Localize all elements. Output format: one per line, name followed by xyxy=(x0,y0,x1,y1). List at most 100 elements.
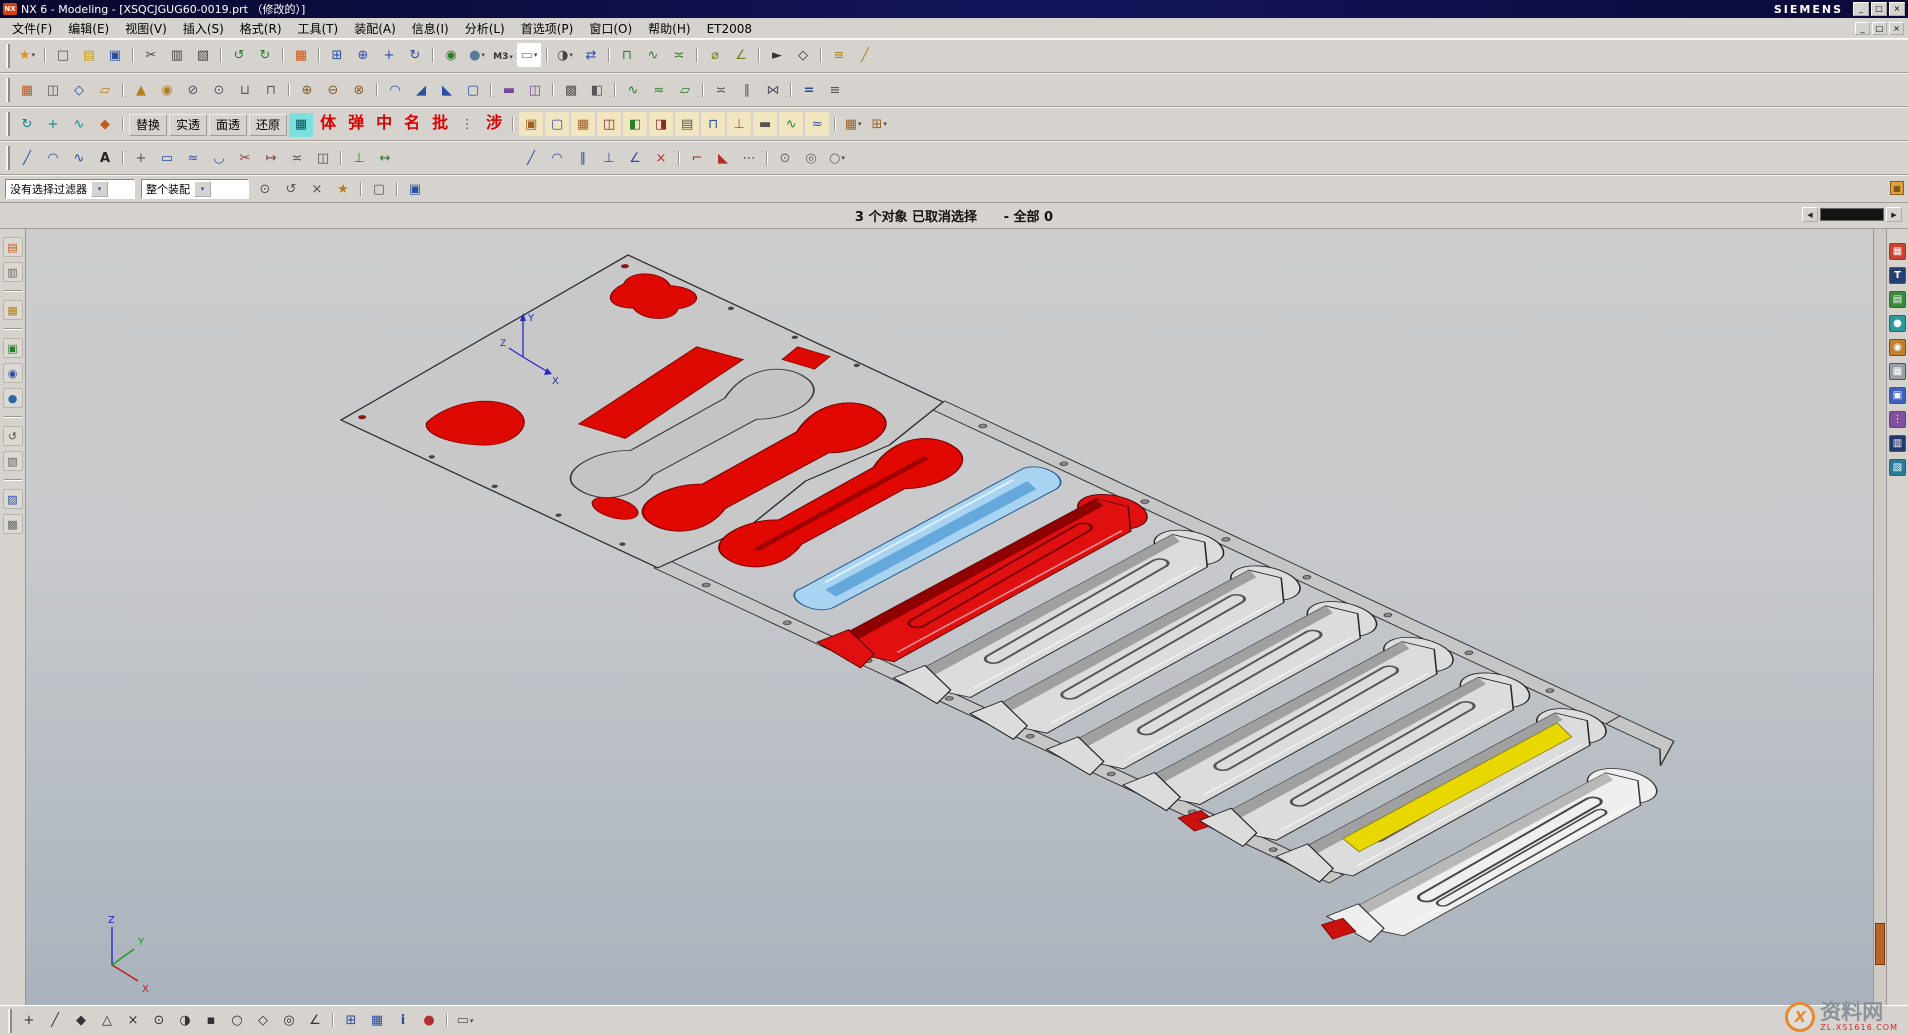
layers-panel-icon[interactable]: ▤ xyxy=(1889,291,1906,308)
edit-feature-icon[interactable]: ≡ xyxy=(823,78,847,102)
ruled-surface-icon[interactable]: ▱ xyxy=(673,78,697,102)
process-studio-icon[interactable]: ▧ xyxy=(3,451,23,471)
grid-toggle-icon[interactable]: ▦ xyxy=(365,1009,389,1033)
wcs-dynamics-icon[interactable]: ⊞ xyxy=(339,1009,363,1033)
macro-spring-button[interactable]: 弹 xyxy=(343,111,369,135)
intersect-icon[interactable]: ⊗ xyxy=(347,78,371,102)
menu-item[interactable]: 帮助(H) xyxy=(640,20,698,38)
select-arrow-icon[interactable]: ► xyxy=(765,43,789,67)
toolbar-grip[interactable] xyxy=(6,112,10,136)
mw-workpiece-icon[interactable]: ▢ xyxy=(545,112,569,136)
quadrant-snap-icon[interactable]: ◑ xyxy=(173,1009,197,1033)
info-window-icon[interactable]: i xyxy=(391,1009,415,1033)
selection-filter-combo[interactable]: 没有选择过滤器 ▾ xyxy=(5,179,135,199)
toolbar-grip[interactable] xyxy=(6,146,10,170)
sphere-display-icon[interactable]: ● xyxy=(1889,315,1906,332)
part-navigator-icon[interactable]: ▦ xyxy=(3,300,23,320)
teal-layers-icon[interactable]: ▧ xyxy=(1889,459,1906,476)
toolbar-grip[interactable] xyxy=(6,78,10,102)
redo-icon[interactable]: ↻ xyxy=(253,43,277,67)
studio-spline-icon[interactable]: ≈ xyxy=(181,146,205,170)
revolve-icon[interactable]: ◉ xyxy=(155,78,179,102)
snap-settings-icon[interactable]: ⊙ xyxy=(253,177,277,201)
mw-moldbase-icon[interactable]: ▤ xyxy=(675,112,699,136)
prompt-scroll-right-button[interactable]: ▶ xyxy=(1886,207,1902,222)
donut-tool-icon[interactable]: ◎ xyxy=(799,146,823,170)
replace-face-icon[interactable]: ◆ xyxy=(93,112,117,136)
toolbar-grip[interactable] xyxy=(8,1009,12,1033)
general-select-icon[interactable]: ▣ xyxy=(403,177,427,201)
selection-scope-combo[interactable]: 整个装配 ▾ xyxy=(141,179,249,199)
menu-item[interactable]: 信息(I) xyxy=(404,20,457,38)
menu-item[interactable]: 工具(T) xyxy=(290,20,347,38)
history-palette-icon[interactable]: ↺ xyxy=(3,426,23,446)
pad-icon[interactable]: ⊓ xyxy=(259,78,283,102)
offset-tool-icon[interactable]: ≍ xyxy=(285,146,309,170)
arc-center-snap-icon[interactable]: ⊙ xyxy=(147,1009,171,1033)
mw-slide-icon[interactable]: ▬ xyxy=(753,112,777,136)
mirror-feature-icon[interactable]: ◧ xyxy=(585,78,609,102)
chevron-down-icon[interactable]: ▾ xyxy=(194,181,211,197)
synchronous-move-icon[interactable]: ↻ xyxy=(15,112,39,136)
pattern-feature-icon[interactable]: ▩ xyxy=(559,78,583,102)
prompt-scroll-track[interactable] xyxy=(1820,208,1884,221)
measure-angle-icon[interactable]: ∠ xyxy=(729,43,753,67)
window-control-button[interactable]: × xyxy=(1889,2,1905,16)
midpoint-snap-icon[interactable]: ◆ xyxy=(69,1009,93,1033)
line-tool-icon[interactable]: ╱ xyxy=(519,146,543,170)
intersection-snap-icon[interactable]: × xyxy=(121,1009,145,1033)
draft-icon[interactable]: ◣ xyxy=(435,78,459,102)
assembly-load-icon[interactable]: ⊓ xyxy=(615,43,639,67)
sketch-icon[interactable]: ▱ xyxy=(93,78,117,102)
boss-icon[interactable]: ⊙ xyxy=(207,78,231,102)
through-curves-icon[interactable]: ≈ xyxy=(647,78,671,102)
command-finder-icon[interactable]: ● xyxy=(417,1009,441,1033)
menu-item[interactable]: 格式(R) xyxy=(232,20,290,38)
mw-cavity-icon[interactable]: ◨ xyxy=(649,112,673,136)
text-panel-icon[interactable]: T xyxy=(1889,267,1906,284)
hd3d-tools-icon[interactable]: ◉ xyxy=(3,363,23,383)
shell-icon[interactable]: ▢ xyxy=(461,78,485,102)
view-manager-icon[interactable]: ▦ xyxy=(15,78,39,102)
menu-item[interactable]: 编辑(E) xyxy=(60,20,117,38)
macro-interfere-button[interactable]: 涉 xyxy=(481,111,507,135)
tangent-snap-icon[interactable]: ∠ xyxy=(303,1009,327,1033)
mw-standard-part-icon[interactable]: ⊓ xyxy=(701,112,725,136)
extend-tool-icon[interactable]: ↦ xyxy=(259,146,283,170)
constraint-navigator-icon[interactable]: ▥ xyxy=(3,262,23,282)
mirror-tool-icon[interactable]: ◫ xyxy=(311,146,335,170)
perpendicular-line-icon[interactable]: ⊥ xyxy=(597,146,621,170)
extrude-icon[interactable]: ▲ xyxy=(129,78,153,102)
toolbar-grip[interactable] xyxy=(6,44,10,68)
annotation-icon[interactable]: ╱ xyxy=(853,43,877,67)
start-app-icon[interactable]: ★▾ xyxy=(15,43,39,67)
circle-tool-icon[interactable]: ⊙ xyxy=(773,146,797,170)
bounded-grid-snap-icon[interactable]: ◎ xyxy=(277,1009,301,1033)
unite-icon[interactable]: ⊕ xyxy=(295,78,319,102)
material-balls-icon[interactable]: ◉ xyxy=(1889,339,1906,356)
sew-icon[interactable]: ⋈ xyxy=(761,78,785,102)
cut-icon[interactable]: ✂ xyxy=(139,43,163,67)
arc-tool-icon[interactable]: ◠ xyxy=(545,146,569,170)
child-window-control-button[interactable]: × xyxy=(1889,22,1904,35)
new-file-icon[interactable]: □ xyxy=(51,43,75,67)
rectangle-tool-icon[interactable]: ▭ xyxy=(155,146,179,170)
drafting-ruler-icon[interactable]: ≡ xyxy=(827,43,851,67)
mw-initialize-icon[interactable]: ▣ xyxy=(519,112,543,136)
open-file-icon[interactable]: ▤ xyxy=(77,43,101,67)
menu-item[interactable]: 文件(F) xyxy=(4,20,60,38)
attributes-icon[interactable]: ⋮ xyxy=(455,113,479,137)
edge-blend-icon[interactable]: ◠ xyxy=(383,78,407,102)
translucency-toggle-icon[interactable]: ▦ xyxy=(289,113,313,137)
offset-region-icon[interactable]: ∿ xyxy=(67,112,91,136)
curve-chamfer-icon[interactable]: ◣ xyxy=(711,146,735,170)
control-point-snap-icon[interactable]: △ xyxy=(95,1009,119,1033)
restore-selection-icon[interactable]: ↺ xyxy=(279,177,303,201)
split-body-icon[interactable]: ◫ xyxy=(523,78,547,102)
macro-center-button[interactable]: 中 xyxy=(371,111,397,135)
fillet-tool-icon[interactable]: ◡ xyxy=(207,146,231,170)
measure-distance-icon[interactable]: ⌀ xyxy=(703,43,727,67)
intersection-point-icon[interactable]: × xyxy=(649,146,673,170)
pocket-icon[interactable]: ⊔ xyxy=(233,78,257,102)
undo-icon[interactable]: ↺ xyxy=(227,43,251,67)
